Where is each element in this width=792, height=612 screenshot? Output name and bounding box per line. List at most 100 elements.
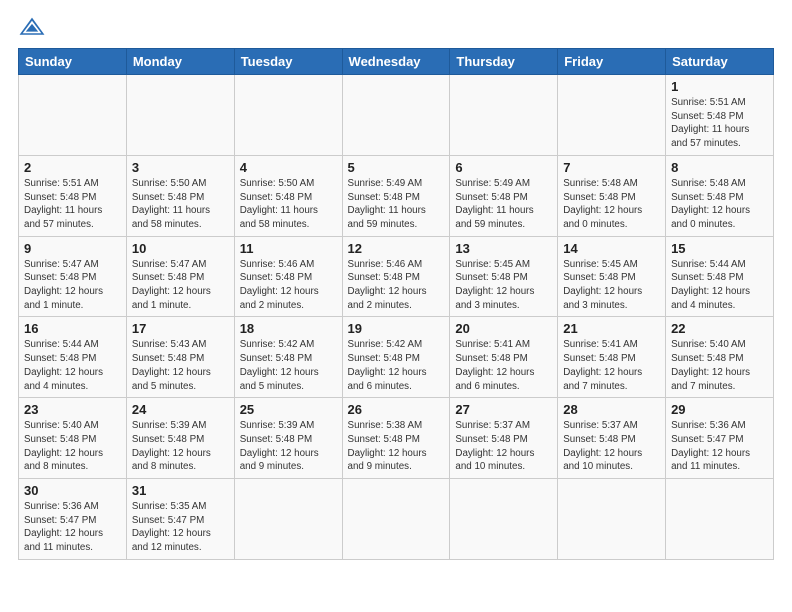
day-cell-15: 15 Sunrise: 5:44 AMSunset: 5:48 PMDaylig… [666,236,774,317]
day-info-13: Sunrise: 5:45 AMSunset: 5:48 PMDaylight:… [455,259,534,311]
day-number-11: 11 [240,241,337,256]
day-cell-31: 31 Sunrise: 5:35 AMSunset: 5:47 PMDaylig… [126,479,234,560]
empty-cell [342,75,450,156]
day-cell-3: 3 Sunrise: 5:50 AMSunset: 5:48 PMDayligh… [126,155,234,236]
day-cell-5: 5 Sunrise: 5:49 AMSunset: 5:48 PMDayligh… [342,155,450,236]
day-info-16: Sunrise: 5:44 AMSunset: 5:48 PMDaylight:… [24,339,103,391]
col-friday: Friday [558,49,666,75]
day-cell-1: 1 Sunrise: 5:51 AMSunset: 5:48 PMDayligh… [666,75,774,156]
day-number-8: 8 [671,160,768,175]
day-number-26: 26 [348,402,445,417]
day-number-10: 10 [132,241,229,256]
day-info-17: Sunrise: 5:43 AMSunset: 5:48 PMDaylight:… [132,339,211,391]
logo [18,16,50,38]
day-cell-11: 11 Sunrise: 5:46 AMSunset: 5:48 PMDaylig… [234,236,342,317]
day-info-2: Sunrise: 5:51 AMSunset: 5:48 PMDaylight:… [24,178,102,230]
day-info-30: Sunrise: 5:36 AMSunset: 5:47 PMDaylight:… [24,501,103,553]
day-info-4: Sunrise: 5:50 AMSunset: 5:48 PMDaylight:… [240,178,318,230]
day-info-22: Sunrise: 5:40 AMSunset: 5:48 PMDaylight:… [671,339,750,391]
day-number-28: 28 [563,402,660,417]
day-cell-14: 14 Sunrise: 5:45 AMSunset: 5:48 PMDaylig… [558,236,666,317]
day-info-21: Sunrise: 5:41 AMSunset: 5:48 PMDaylight:… [563,339,642,391]
calendar-row-5: 30 Sunrise: 5:36 AMSunset: 5:47 PMDaylig… [19,479,774,560]
day-cell-30: 30 Sunrise: 5:36 AMSunset: 5:47 PMDaylig… [19,479,127,560]
day-cell-7: 7 Sunrise: 5:48 AMSunset: 5:48 PMDayligh… [558,155,666,236]
day-number-22: 22 [671,321,768,336]
empty-cell [558,75,666,156]
empty-cell [666,479,774,560]
day-cell-9: 9 Sunrise: 5:47 AMSunset: 5:48 PMDayligh… [19,236,127,317]
calendar-row-3: 16 Sunrise: 5:44 AMSunset: 5:48 PMDaylig… [19,317,774,398]
day-info-1: Sunrise: 5:51 AMSunset: 5:48 PMDaylight:… [671,97,749,149]
day-number-31: 31 [132,483,229,498]
calendar-table: Sunday Monday Tuesday Wednesday Thursday… [18,48,774,560]
day-info-31: Sunrise: 5:35 AMSunset: 5:47 PMDaylight:… [132,501,211,553]
calendar-row-4: 23 Sunrise: 5:40 AMSunset: 5:48 PMDaylig… [19,398,774,479]
col-saturday: Saturday [666,49,774,75]
empty-cell [234,75,342,156]
day-number-12: 12 [348,241,445,256]
day-info-20: Sunrise: 5:41 AMSunset: 5:48 PMDaylight:… [455,339,534,391]
day-cell-13: 13 Sunrise: 5:45 AMSunset: 5:48 PMDaylig… [450,236,558,317]
day-info-10: Sunrise: 5:47 AMSunset: 5:48 PMDaylight:… [132,259,211,311]
col-thursday: Thursday [450,49,558,75]
empty-cell [558,479,666,560]
day-cell-19: 19 Sunrise: 5:42 AMSunset: 5:48 PMDaylig… [342,317,450,398]
day-number-13: 13 [455,241,552,256]
day-number-23: 23 [24,402,121,417]
day-info-6: Sunrise: 5:49 AMSunset: 5:48 PMDaylight:… [455,178,533,230]
empty-cell [126,75,234,156]
day-number-29: 29 [671,402,768,417]
day-cell-28: 28 Sunrise: 5:37 AMSunset: 5:48 PMDaylig… [558,398,666,479]
day-cell-4: 4 Sunrise: 5:50 AMSunset: 5:48 PMDayligh… [234,155,342,236]
day-cell-27: 27 Sunrise: 5:37 AMSunset: 5:48 PMDaylig… [450,398,558,479]
day-info-3: Sunrise: 5:50 AMSunset: 5:48 PMDaylight:… [132,178,210,230]
day-info-5: Sunrise: 5:49 AMSunset: 5:48 PMDaylight:… [348,178,426,230]
day-number-1: 1 [671,79,768,94]
day-info-26: Sunrise: 5:38 AMSunset: 5:48 PMDaylight:… [348,420,427,472]
day-number-24: 24 [132,402,229,417]
day-cell-23: 23 Sunrise: 5:40 AMSunset: 5:48 PMDaylig… [19,398,127,479]
empty-cell [450,479,558,560]
logo-icon [18,16,46,38]
day-cell-8: 8 Sunrise: 5:48 AMSunset: 5:48 PMDayligh… [666,155,774,236]
day-info-7: Sunrise: 5:48 AMSunset: 5:48 PMDaylight:… [563,178,642,230]
col-wednesday: Wednesday [342,49,450,75]
day-cell-17: 17 Sunrise: 5:43 AMSunset: 5:48 PMDaylig… [126,317,234,398]
col-tuesday: Tuesday [234,49,342,75]
day-info-12: Sunrise: 5:46 AMSunset: 5:48 PMDaylight:… [348,259,427,311]
empty-cell [234,479,342,560]
day-number-16: 16 [24,321,121,336]
day-number-9: 9 [24,241,121,256]
day-info-23: Sunrise: 5:40 AMSunset: 5:48 PMDaylight:… [24,420,103,472]
day-number-18: 18 [240,321,337,336]
day-number-7: 7 [563,160,660,175]
day-info-24: Sunrise: 5:39 AMSunset: 5:48 PMDaylight:… [132,420,211,472]
day-info-9: Sunrise: 5:47 AMSunset: 5:48 PMDaylight:… [24,259,103,311]
day-cell-12: 12 Sunrise: 5:46 AMSunset: 5:48 PMDaylig… [342,236,450,317]
day-cell-29: 29 Sunrise: 5:36 AMSunset: 5:47 PMDaylig… [666,398,774,479]
day-cell-2: 2 Sunrise: 5:51 AMSunset: 5:48 PMDayligh… [19,155,127,236]
day-info-15: Sunrise: 5:44 AMSunset: 5:48 PMDaylight:… [671,259,750,311]
col-sunday: Sunday [19,49,127,75]
day-info-25: Sunrise: 5:39 AMSunset: 5:48 PMDaylight:… [240,420,319,472]
calendar-row-2: 9 Sunrise: 5:47 AMSunset: 5:48 PMDayligh… [19,236,774,317]
day-cell-26: 26 Sunrise: 5:38 AMSunset: 5:48 PMDaylig… [342,398,450,479]
day-number-30: 30 [24,483,121,498]
day-number-2: 2 [24,160,121,175]
day-cell-20: 20 Sunrise: 5:41 AMSunset: 5:48 PMDaylig… [450,317,558,398]
day-number-14: 14 [563,241,660,256]
calendar-row-1: 2 Sunrise: 5:51 AMSunset: 5:48 PMDayligh… [19,155,774,236]
day-number-17: 17 [132,321,229,336]
day-info-14: Sunrise: 5:45 AMSunset: 5:48 PMDaylight:… [563,259,642,311]
day-number-25: 25 [240,402,337,417]
day-cell-25: 25 Sunrise: 5:39 AMSunset: 5:48 PMDaylig… [234,398,342,479]
day-info-27: Sunrise: 5:37 AMSunset: 5:48 PMDaylight:… [455,420,534,472]
day-info-8: Sunrise: 5:48 AMSunset: 5:48 PMDaylight:… [671,178,750,230]
day-cell-24: 24 Sunrise: 5:39 AMSunset: 5:48 PMDaylig… [126,398,234,479]
header [18,16,774,38]
day-info-11: Sunrise: 5:46 AMSunset: 5:48 PMDaylight:… [240,259,319,311]
empty-cell [342,479,450,560]
day-number-19: 19 [348,321,445,336]
day-number-20: 20 [455,321,552,336]
